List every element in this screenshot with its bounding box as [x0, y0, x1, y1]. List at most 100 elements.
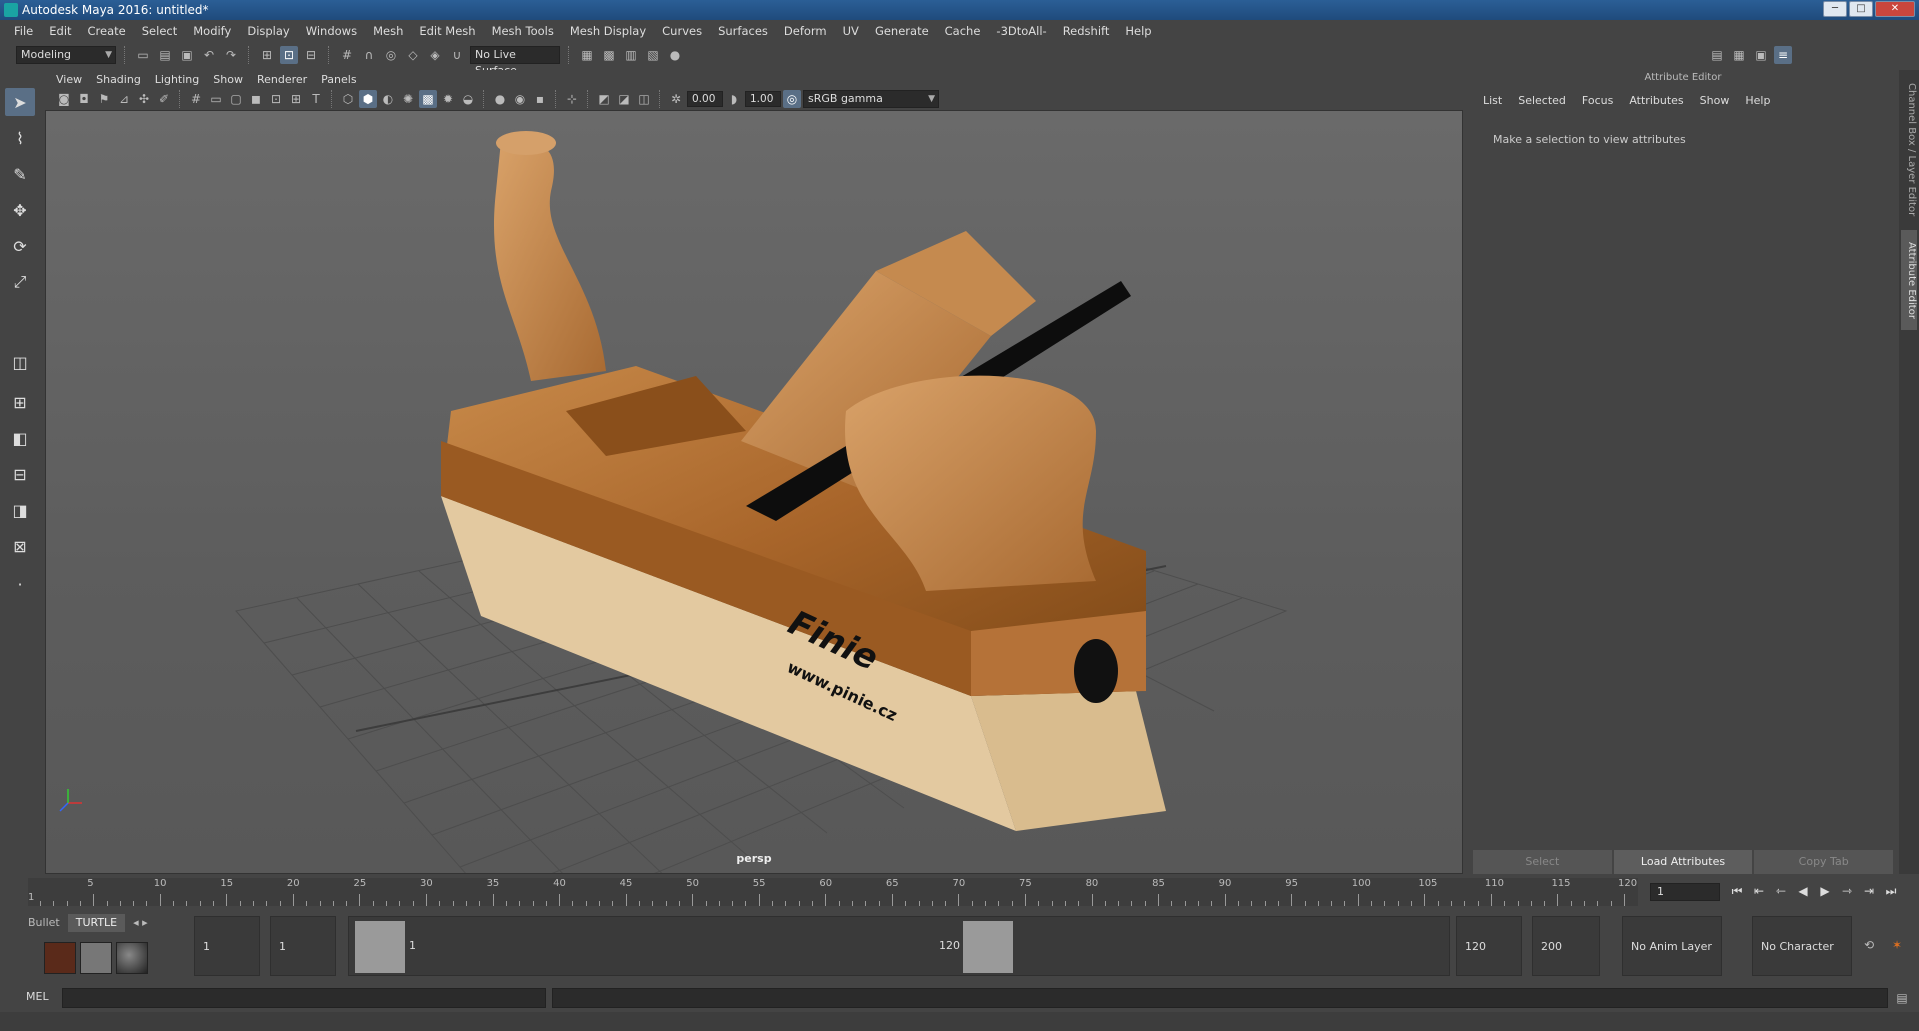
camera-icon[interactable]: ◙ — [55, 90, 73, 108]
animation-preferences-icon[interactable]: ✶ — [1888, 936, 1906, 954]
copy-tab-button[interactable]: Copy Tab — [1754, 850, 1894, 874]
undo-icon[interactable]: ↶ — [200, 46, 218, 64]
range-start-handle[interactable] — [355, 921, 405, 973]
tab-attribute-editor[interactable]: Attribute Editor — [1901, 230, 1917, 330]
attr-menu-focus[interactable]: Focus — [1574, 94, 1621, 107]
wireframe-icon[interactable]: ⬡ — [339, 90, 357, 108]
minimize-button[interactable]: ─ — [1823, 1, 1847, 17]
render-settings-icon[interactable]: ▧ — [644, 46, 662, 64]
hypershade-layout-icon[interactable]: ◨ — [5, 496, 35, 524]
redo-icon[interactable]: ↷ — [222, 46, 240, 64]
screen-space-ao-icon[interactable]: ● — [491, 90, 509, 108]
turtle-render-icon[interactable] — [44, 942, 76, 974]
snap-curve-icon[interactable]: ∩ — [360, 46, 378, 64]
animation-start-field[interactable]: 1 — [194, 916, 260, 976]
film-gate-icon[interactable]: ▭ — [207, 90, 225, 108]
open-scene-icon[interactable]: ▤ — [156, 46, 174, 64]
menu-edit-mesh[interactable]: Edit Mesh — [411, 24, 483, 38]
mode-dropdown[interactable]: Modeling ▼ — [16, 46, 116, 64]
new-scene-icon[interactable]: ▭ — [134, 46, 152, 64]
go-to-end-icon[interactable]: ⏭ — [1882, 881, 1900, 901]
go-to-start-icon[interactable]: ⏮ — [1728, 881, 1746, 901]
menu-mesh-tools[interactable]: Mesh Tools — [484, 24, 562, 38]
scale-tool-icon[interactable]: ⤢ — [5, 268, 35, 296]
menu-surfaces[interactable]: Surfaces — [710, 24, 776, 38]
command-language-label[interactable]: MEL — [26, 990, 49, 1003]
image-plane-icon[interactable]: ⊿ — [115, 90, 133, 108]
menu-uv[interactable]: UV — [835, 24, 867, 38]
attr-menu-attributes[interactable]: Attributes — [1621, 94, 1691, 107]
viewport-menu-shading[interactable]: Shading — [89, 73, 148, 86]
color-management-icon[interactable]: ◎ — [783, 90, 801, 108]
menu-file[interactable]: File — [6, 24, 41, 38]
xray-icon[interactable]: ◩ — [595, 90, 613, 108]
view-transform-dropdown[interactable]: sRGB gamma ▼ — [803, 90, 939, 108]
textured-icon[interactable]: ▩ — [419, 90, 437, 108]
uv-layout-icon[interactable]: ⊠ — [5, 532, 35, 560]
menu-cache[interactable]: Cache — [937, 24, 989, 38]
play-forwards-icon[interactable]: ▶ — [1816, 881, 1834, 901]
move-tool-icon[interactable]: ✥ — [5, 196, 35, 224]
persp-graph-layout-icon[interactable]: ⊟ — [5, 460, 35, 488]
range-end-handle[interactable] — [963, 921, 1013, 973]
menu-create[interactable]: Create — [80, 24, 134, 38]
menu-3dtoall[interactable]: -3DtoAll- — [988, 24, 1054, 38]
grid-icon[interactable]: # — [187, 90, 205, 108]
playback-start-field[interactable]: 1 — [270, 916, 336, 976]
layout-icon[interactable]: ▤ — [1708, 46, 1726, 64]
exposure-icon[interactable]: ✲ — [667, 90, 685, 108]
auto-key-icon[interactable]: ⟲ — [1860, 936, 1878, 954]
close-button[interactable]: ✕ — [1875, 1, 1915, 17]
menu-select[interactable]: Select — [134, 24, 185, 38]
lasso-tool-icon[interactable]: ⌇ — [5, 124, 35, 152]
persp-outliner-layout-icon[interactable]: ◧ — [5, 424, 35, 452]
step-back-frame-icon[interactable]: ⇤ — [1750, 881, 1768, 901]
select-button[interactable]: Select — [1473, 850, 1612, 874]
shelf-tab-bullet[interactable]: Bullet — [20, 914, 68, 932]
wireframe-on-shaded-icon[interactable]: ✺ — [399, 90, 417, 108]
camera-attributes-icon[interactable]: ◘ — [75, 90, 93, 108]
menu-redshift[interactable]: Redshift — [1055, 24, 1118, 38]
attribute-toggle-icon[interactable]: ▣ — [1752, 46, 1770, 64]
select-hierarchy-icon[interactable]: ⊞ — [258, 46, 276, 64]
four-view-layout-icon[interactable]: ⊞ — [5, 388, 35, 416]
attr-menu-selected[interactable]: Selected — [1510, 94, 1574, 107]
attr-menu-show[interactable]: Show — [1692, 94, 1738, 107]
2d-pan-zoom-icon[interactable]: ✣ — [135, 90, 153, 108]
perspective-viewport[interactable]: Finie www.pinie.cz persp — [45, 110, 1463, 874]
single-perspective-layout-icon[interactable]: ◫ — [5, 348, 35, 376]
viewport-menu-renderer[interactable]: Renderer — [250, 73, 314, 86]
menu-windows[interactable]: Windows — [298, 24, 365, 38]
save-scene-icon[interactable]: ▣ — [178, 46, 196, 64]
range-slider[interactable]: 1 120 — [348, 916, 1450, 976]
menu-edit[interactable]: Edit — [41, 24, 79, 38]
rotate-tool-icon[interactable]: ⟳ — [5, 232, 35, 260]
anim-layer-dropdown[interactable]: No Anim Layer — [1622, 916, 1722, 976]
ipr-render-icon[interactable]: ▥ — [622, 46, 640, 64]
animation-end-field[interactable]: 200 — [1532, 916, 1600, 976]
command-input[interactable] — [62, 988, 546, 1008]
live-surface-field[interactable]: No Live Surface — [470, 46, 560, 77]
gate-mask-icon[interactable]: ◼ — [247, 90, 265, 108]
snap-surface-icon[interactable]: ◈ — [426, 46, 444, 64]
step-forward-frame-icon[interactable]: ⇥ — [1860, 881, 1878, 901]
viewport-menu-view[interactable]: View — [49, 73, 89, 86]
gamma-icon[interactable]: ◗ — [725, 90, 743, 108]
more-layouts-icon[interactable]: · — [5, 570, 35, 598]
tab-channel-box[interactable]: Channel Box / Layer Editor — [1901, 80, 1917, 220]
script-editor-icon[interactable]: ▤ — [1893, 989, 1911, 1007]
shelf-scroll-icon[interactable]: ◂ ▸ — [125, 914, 156, 932]
exposure-field[interactable]: 0.00 — [687, 91, 723, 107]
render-view-icon[interactable]: ▦ — [578, 46, 596, 64]
menu-curves[interactable]: Curves — [654, 24, 710, 38]
use-all-lights-icon[interactable]: ✹ — [439, 90, 457, 108]
shelf-tab-turtle[interactable]: TURTLE — [67, 914, 126, 932]
anti-aliasing-icon[interactable]: ▪ — [531, 90, 549, 108]
xray-active-components-icon[interactable]: ◫ — [635, 90, 653, 108]
outliner-toggle-icon[interactable]: ▦ — [1730, 46, 1748, 64]
grease-pencil-icon[interactable]: ✐ — [155, 90, 173, 108]
channel-box-toggle-icon[interactable]: ≡ — [1774, 46, 1792, 64]
motion-blur-icon[interactable]: ◉ — [511, 90, 529, 108]
attr-menu-help[interactable]: Help — [1737, 94, 1778, 107]
gamma-field[interactable]: 1.00 — [745, 91, 781, 107]
